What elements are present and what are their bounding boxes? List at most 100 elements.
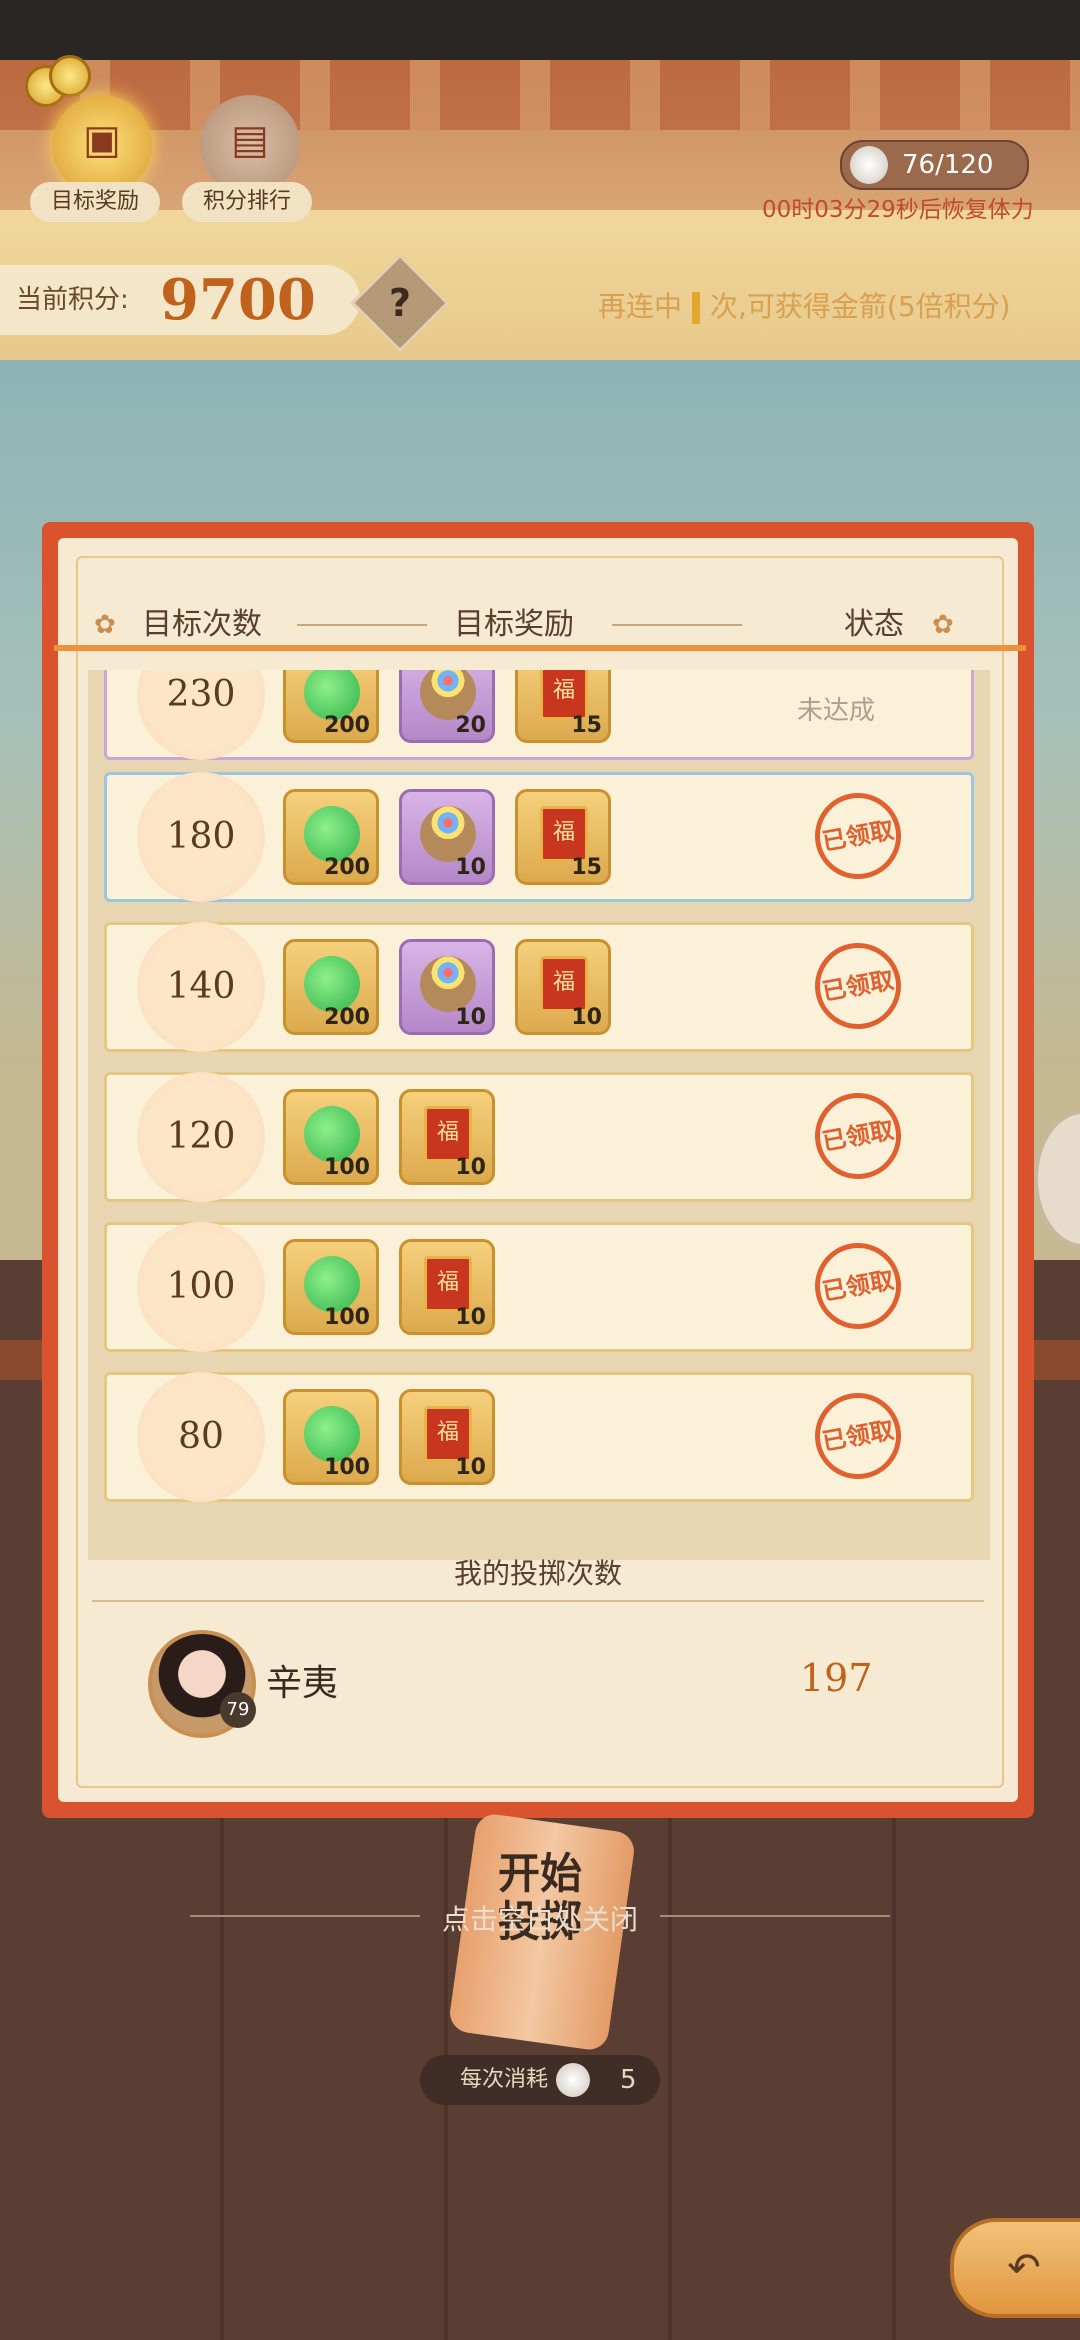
fu-gift-icon: 福 [424,1406,472,1462]
claimed-stamp: 已领取 [808,1236,908,1336]
reward-quantity: 10 [455,1155,486,1180]
table-row: 120 100 福 10 已领取 [104,1072,974,1202]
fu-gift-icon: 福 [424,1106,472,1162]
question-icon: ? [388,281,412,325]
reward-list[interactable]: 230 200 20 福 15 未达成 180 200 10 福 15 已领取 140 200 10 福 10 已… [88,670,990,1560]
chest-icon: ▣ [83,117,121,163]
treasure-bag-icon [420,956,476,1012]
reward-item[interactable]: 福 15 [515,789,611,885]
reward-item[interactable]: 福 15 [515,670,611,743]
target-count: 230 [166,674,236,715]
table-header: ✿ 目标次数 目标奖励 状态 ✿ [82,580,962,670]
reward-item[interactable]: 10 [399,789,495,885]
score-ranking-label[interactable]: 积分排行 [182,182,312,222]
player-level: 79 [220,1692,256,1728]
fu-char: 福 [436,1270,459,1295]
reward-quantity: 15 [571,855,602,880]
reward-item[interactable]: 10 [399,939,495,1035]
fu-char: 福 [552,678,575,703]
target-count-badge: 140 [137,922,265,1052]
reward-quantity: 15 [571,713,602,738]
back-button[interactable]: ↶ [950,2218,1080,2318]
combo-count-bar [692,292,701,324]
reward-item[interactable]: 200 [283,789,379,885]
reward-quantity: 10 [571,1005,602,1030]
fu-gift-icon: 福 [424,1256,472,1312]
reward-quantity: 100 [324,1305,370,1330]
reward-quantity: 200 [324,1005,370,1030]
header-divider [297,624,427,626]
claimed-stamp: 已领取 [808,786,908,886]
header-divider [612,624,742,626]
reward-item[interactable]: 200 [283,939,379,1035]
fu-char: 福 [552,970,575,995]
scroll-indicator-line [54,645,1026,651]
reward-quantity: 10 [455,1005,486,1030]
stamina-recover-timer: 00时03分29秒后恢复体力 [762,197,1034,223]
reward-quantity: 200 [324,713,370,738]
reward-item[interactable]: 福 10 [515,939,611,1035]
table-row: 140 200 10 福 10 已领取 [104,922,974,1052]
flower-icon: ✿ [94,610,116,640]
section-divider [92,1600,984,1602]
jade-icon [304,1106,360,1162]
scroll-icon: ▤ [231,117,269,163]
stamina-value: 76/120 [902,150,994,180]
reward-item[interactable]: 福 10 [399,1389,495,1485]
jade-icon [304,956,360,1012]
reward-quantity: 100 [324,1155,370,1180]
target-count-badge: 80 [137,1372,265,1502]
reward-item[interactable]: 20 [399,670,495,743]
reward-item[interactable]: 福 10 [399,1239,495,1335]
goal-reward-label[interactable]: 目标奖励 [30,182,160,222]
score-label: 当前积分: [16,285,129,315]
score-ranking-button[interactable]: ▤ [200,95,300,195]
target-count: 120 [166,1116,236,1157]
reward-item[interactable]: 100 [283,1389,379,1485]
table-row: 80 100 福 10 已领取 [104,1372,974,1502]
reward-quantity: 10 [455,855,486,880]
target-count: 80 [178,1416,224,1457]
combo-hint: 再连中 次,可获得金箭(5倍积分) [598,285,1011,325]
treasure-bag-icon [420,806,476,862]
reward-item[interactable]: 100 [283,1089,379,1185]
header-status: 状态 [844,607,904,642]
status-bar [0,0,1080,60]
flower-icon: ✿ [932,610,954,640]
table-row: 100 100 福 10 已领取 [104,1222,974,1352]
score-value: 9700 [160,267,316,333]
combo-suffix: 次,可获得金箭(5倍积分) [710,290,1011,323]
claimed-stamp: 已领取 [808,936,908,1036]
combo-prefix: 再连中 [598,290,683,323]
target-count: 180 [166,816,236,857]
goal-reward-button[interactable]: ▣ [52,95,152,195]
reward-item[interactable]: 100 [283,1239,379,1335]
cost-label: 每次消耗 [460,2067,549,2092]
reward-quantity: 20 [455,713,486,738]
fu-gift-icon: 福 [540,806,588,862]
my-throws-title: 我的投掷次数 [453,1557,622,1590]
target-count-badge: 100 [137,1222,265,1352]
header-target-reward: 目标奖励 [454,607,574,642]
player-throw-count: 197 [800,1656,873,1700]
fu-char: 福 [552,820,575,845]
stamina-pill[interactable]: 76/120 [840,140,1029,190]
jade-icon [304,806,360,862]
claimed-stamp: 已领取 [808,1086,908,1186]
reward-item[interactable]: 200 [283,670,379,743]
cost-pill: 每次消耗 5 [420,2055,660,2105]
score-bar: 当前积分: 9700 [0,265,360,335]
reward-quantity: 10 [455,1455,486,1480]
bun-icon [556,2063,590,2097]
target-count-badge: 230 [137,670,265,760]
reward-quantity: 100 [324,1455,370,1480]
reward-item[interactable]: 福 10 [399,1089,495,1185]
fu-gift-icon: 福 [540,956,588,1012]
fu-char: 福 [436,1420,459,1445]
jade-icon [304,1406,360,1462]
target-count: 140 [166,966,236,1007]
status-text: 未达成 [797,696,876,726]
target-count-badge: 180 [137,772,265,902]
reward-quantity: 200 [324,855,370,880]
bun-icon [850,146,888,184]
